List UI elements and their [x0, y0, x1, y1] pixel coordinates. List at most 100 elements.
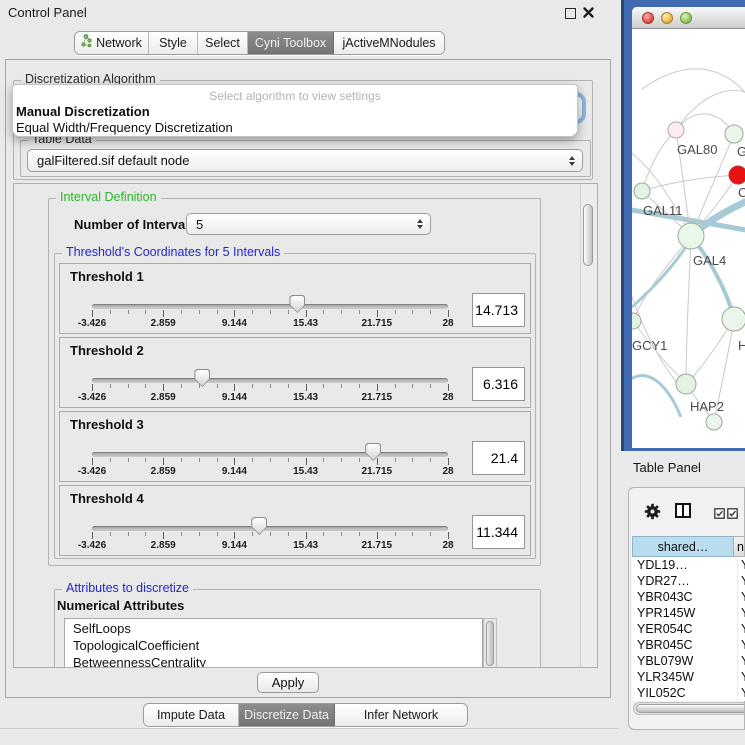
network-node-label: GCY1: [632, 338, 667, 353]
table-row[interactable]: YBL079WYBL0: [632, 653, 745, 669]
tab-infer-network[interactable]: Infer Network: [335, 704, 467, 726]
slider-scale-label: -3.426: [67, 466, 117, 477]
minimize-traffic-light-icon[interactable]: [661, 12, 673, 24]
network-node[interactable]: [722, 307, 745, 331]
network-edge[interactable]: [642, 175, 738, 191]
popup-item-equal-width-frequency[interactable]: Equal Width/Frequency Discretization: [16, 120, 233, 135]
network-canvas[interactable]: GAL80GALCGAL11GAL4GCY1HHAP2: [632, 29, 745, 448]
table-row[interactable]: YPR145WYPR1: [632, 605, 745, 621]
slider-tick: [430, 532, 431, 536]
slider-tick: [323, 310, 324, 314]
slider-scale-label: 28: [423, 392, 473, 403]
shared-name-cell: YIL052C: [632, 685, 737, 701]
network-node[interactable]: [676, 374, 696, 394]
network-edge-highlighted[interactable]: [693, 239, 734, 317]
tab-style[interactable]: Style: [149, 32, 198, 54]
slider-tick: [234, 310, 235, 317]
slider-tick: [377, 310, 378, 317]
bottom-divider: [0, 728, 618, 729]
slider-tick: [128, 458, 129, 462]
screen: Control Panel Network Style Select Cyni …: [0, 0, 745, 745]
attributes-list-scrollbar[interactable]: [483, 618, 497, 668]
column-header-name[interactable]: n: [734, 536, 745, 557]
threshold-slider-track[interactable]: [92, 526, 448, 531]
table-scrollbar-thumb[interactable]: [636, 704, 744, 713]
slider-tick: [92, 310, 93, 317]
network-node[interactable]: [632, 313, 641, 329]
number-of-intervals-combobox[interactable]: 5: [186, 213, 431, 235]
apply-button[interactable]: Apply: [257, 672, 319, 693]
split-columns-icon[interactable]: [675, 503, 691, 518]
threshold-value-field[interactable]: 21.4: [472, 441, 525, 475]
zoom-traffic-light-icon[interactable]: [680, 12, 692, 24]
threshold-slider-thumb[interactable]: [289, 295, 305, 313]
table-row[interactable]: YDL19…YDL1: [632, 557, 745, 573]
numerical-attributes-label: Numerical Attributes: [57, 598, 184, 613]
network-node[interactable]: [668, 122, 684, 138]
settings-vertical-scrollbar[interactable]: [580, 184, 597, 667]
table-data-combobox[interactable]: galFiltered.sif default node: [27, 149, 583, 172]
table-row[interactable]: YLR345WYLR3: [632, 669, 745, 685]
close-icon[interactable]: [582, 6, 595, 19]
threshold-value-field[interactable]: 11.344: [472, 515, 525, 549]
network-node[interactable]: [706, 414, 722, 430]
network-window-titlebar[interactable]: [632, 7, 745, 29]
network-node[interactable]: [678, 223, 704, 249]
slider-tick: [163, 310, 164, 317]
network-edge[interactable]: [642, 69, 745, 104]
table-row[interactable]: YBR043CYBR0: [632, 589, 745, 605]
slider-tick: [395, 458, 396, 462]
network-edge[interactable]: [676, 90, 745, 130]
table-row[interactable]: YIL052CYIL0: [632, 685, 745, 701]
numerical-attributes-list[interactable]: SelfLoopsTopologicalCoefficientBetweenne…: [64, 618, 483, 668]
numerical-attribute-item[interactable]: TopologicalCoefficient: [65, 637, 482, 654]
shared-name-cell: YLR345W: [632, 669, 737, 685]
network-edge-highlighted[interactable]: [632, 376, 681, 417]
float-window-icon[interactable]: [565, 8, 576, 19]
numerical-attribute-item[interactable]: BetweennessCentrality: [65, 654, 482, 668]
column-header-shared-name[interactable]: shared…: [632, 536, 734, 557]
threshold-slider-track[interactable]: [92, 304, 448, 309]
settings-scrollbar-thumb[interactable]: [583, 204, 593, 266]
threshold-slider-thumb[interactable]: [365, 443, 381, 461]
popup-item-manual-discretization[interactable]: Manual Discretization: [16, 104, 150, 119]
threshold-value-field[interactable]: 6.316: [472, 367, 525, 401]
name-cell: YPR1: [737, 605, 745, 621]
tab-jactivemnodules[interactable]: jActiveMNodules: [334, 32, 444, 54]
network-edge[interactable]: [632, 279, 682, 389]
threshold-value-field[interactable]: 14.713: [472, 293, 525, 327]
tab-discretize-data[interactable]: Discretize Data: [239, 704, 335, 726]
slider-tick: [181, 384, 182, 388]
slider-tick: [199, 310, 200, 314]
slider-scale-label: 2.859: [138, 466, 188, 477]
threshold-slider-thumb[interactable]: [251, 517, 267, 535]
tab-cyni-toolbox[interactable]: Cyni Toolbox: [248, 32, 334, 54]
tab-select[interactable]: Select: [198, 32, 248, 54]
network-edge[interactable]: [686, 236, 691, 384]
network-node[interactable]: [725, 125, 743, 143]
slider-tick: [163, 532, 164, 539]
name-cell: YBR0: [737, 589, 745, 605]
tab-network[interactable]: Network: [75, 32, 149, 54]
table-row[interactable]: YBR045CYBR0: [632, 637, 745, 653]
network-node[interactable]: [729, 166, 745, 184]
threshold-slider-track[interactable]: [92, 378, 448, 383]
attributes-list-scrollbar-thumb[interactable]: [486, 621, 494, 666]
table-horizontal-scrollbar[interactable]: [633, 702, 744, 715]
table-settings-gear-icon[interactable]: [644, 503, 661, 525]
network-tree-icon: [81, 32, 92, 54]
threshold-slider-track[interactable]: [92, 452, 448, 457]
select-columns-checkbox-icon[interactable]: [714, 506, 725, 524]
select-all-checkbox-icon[interactable]: [727, 506, 738, 524]
table-row[interactable]: YDR27…YDR2: [632, 573, 745, 589]
thumb-face: [366, 444, 380, 460]
numerical-attribute-item[interactable]: SelfLoops: [65, 620, 482, 637]
threshold-slider-thumb[interactable]: [194, 369, 210, 387]
combo-arrows-icon: [569, 156, 575, 166]
shared-name-cell: YDL19…: [632, 557, 737, 573]
close-traffic-light-icon[interactable]: [642, 12, 654, 24]
tab-impute-data[interactable]: Impute Data: [144, 704, 239, 726]
slider-tick: [252, 458, 253, 462]
network-node[interactable]: [634, 183, 650, 199]
table-row[interactable]: YER054CYER0: [632, 621, 745, 637]
